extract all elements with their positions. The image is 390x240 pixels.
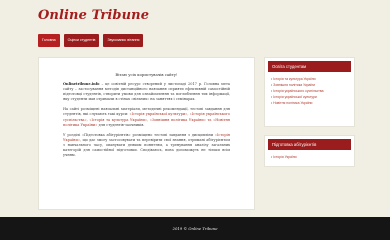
sidebar-students-list: Історія та культура України Зовнішня пол…: [265, 72, 354, 106]
applicants-paragraph: У розділі «Підготовка абітурієнтів» розм…: [63, 133, 230, 158]
sidebar-applicants-card: Підготовка абітурієнтів Історія України: [264, 135, 355, 167]
sidebar-students-title: Освіта студентам: [268, 61, 351, 72]
intro-paragraph: Onlinetribune.info – це освітній ресурс …: [63, 82, 230, 102]
nav-audio-greeting[interactable]: Звукозапис вітання: [103, 34, 144, 47]
main-content-card: Вітаю усіх користувачів сайту! Onlinetri…: [38, 57, 255, 210]
main-nav: Головна Оцінки студентів Звукозапис віта…: [38, 34, 144, 47]
footer: 2019 © Online Tribune: [0, 217, 390, 240]
site-brand-text: Onlinetribune.info: [63, 82, 100, 86]
sidebar-applicants-title: Підготовка абітурієнтів: [268, 139, 351, 150]
sidebar-link-history-ukraine[interactable]: Історія України: [271, 154, 348, 160]
welcome-heading: Вітаю усіх користувачів сайту!: [115, 72, 178, 77]
nav-home[interactable]: Головна: [38, 34, 60, 47]
nav-student-grades[interactable]: Оцінки студентів: [63, 34, 100, 47]
sidebar-applicants-list: Історія України: [265, 150, 354, 160]
courses-tail: для студентів-заочників.: [97, 122, 145, 127]
site-title[interactable]: Online Tribune: [38, 8, 149, 23]
sidebar-students-card: Освіта студентам Історія та культура Укр…: [264, 57, 355, 127]
footer-copyright: 2019 © Online Tribune: [172, 226, 218, 231]
courses-paragraph: На сайті розміщені навчальні матеріали, …: [63, 107, 230, 127]
sidebar-link-modern-policy[interactable]: Новітня політика України: [271, 100, 348, 106]
applicants-text: У розділі «Підготовка абітурієнтів» розм…: [63, 132, 215, 137]
applicants-tail: , що дає змогу застосовувати та перевіри…: [63, 137, 230, 158]
